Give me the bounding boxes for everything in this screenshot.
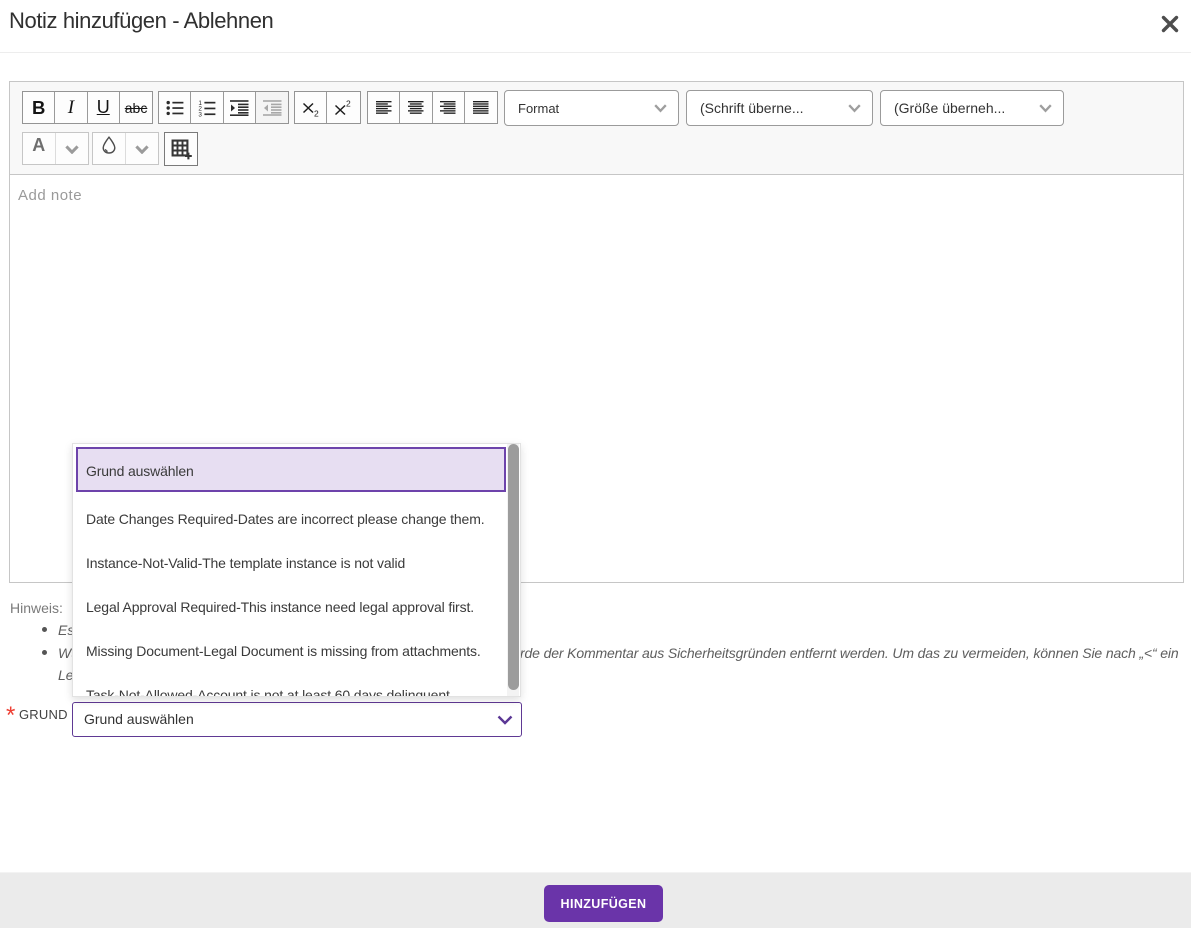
svg-text:2: 2	[314, 108, 319, 116]
svg-text:3: 3	[198, 111, 202, 117]
svg-text:2: 2	[346, 99, 351, 109]
